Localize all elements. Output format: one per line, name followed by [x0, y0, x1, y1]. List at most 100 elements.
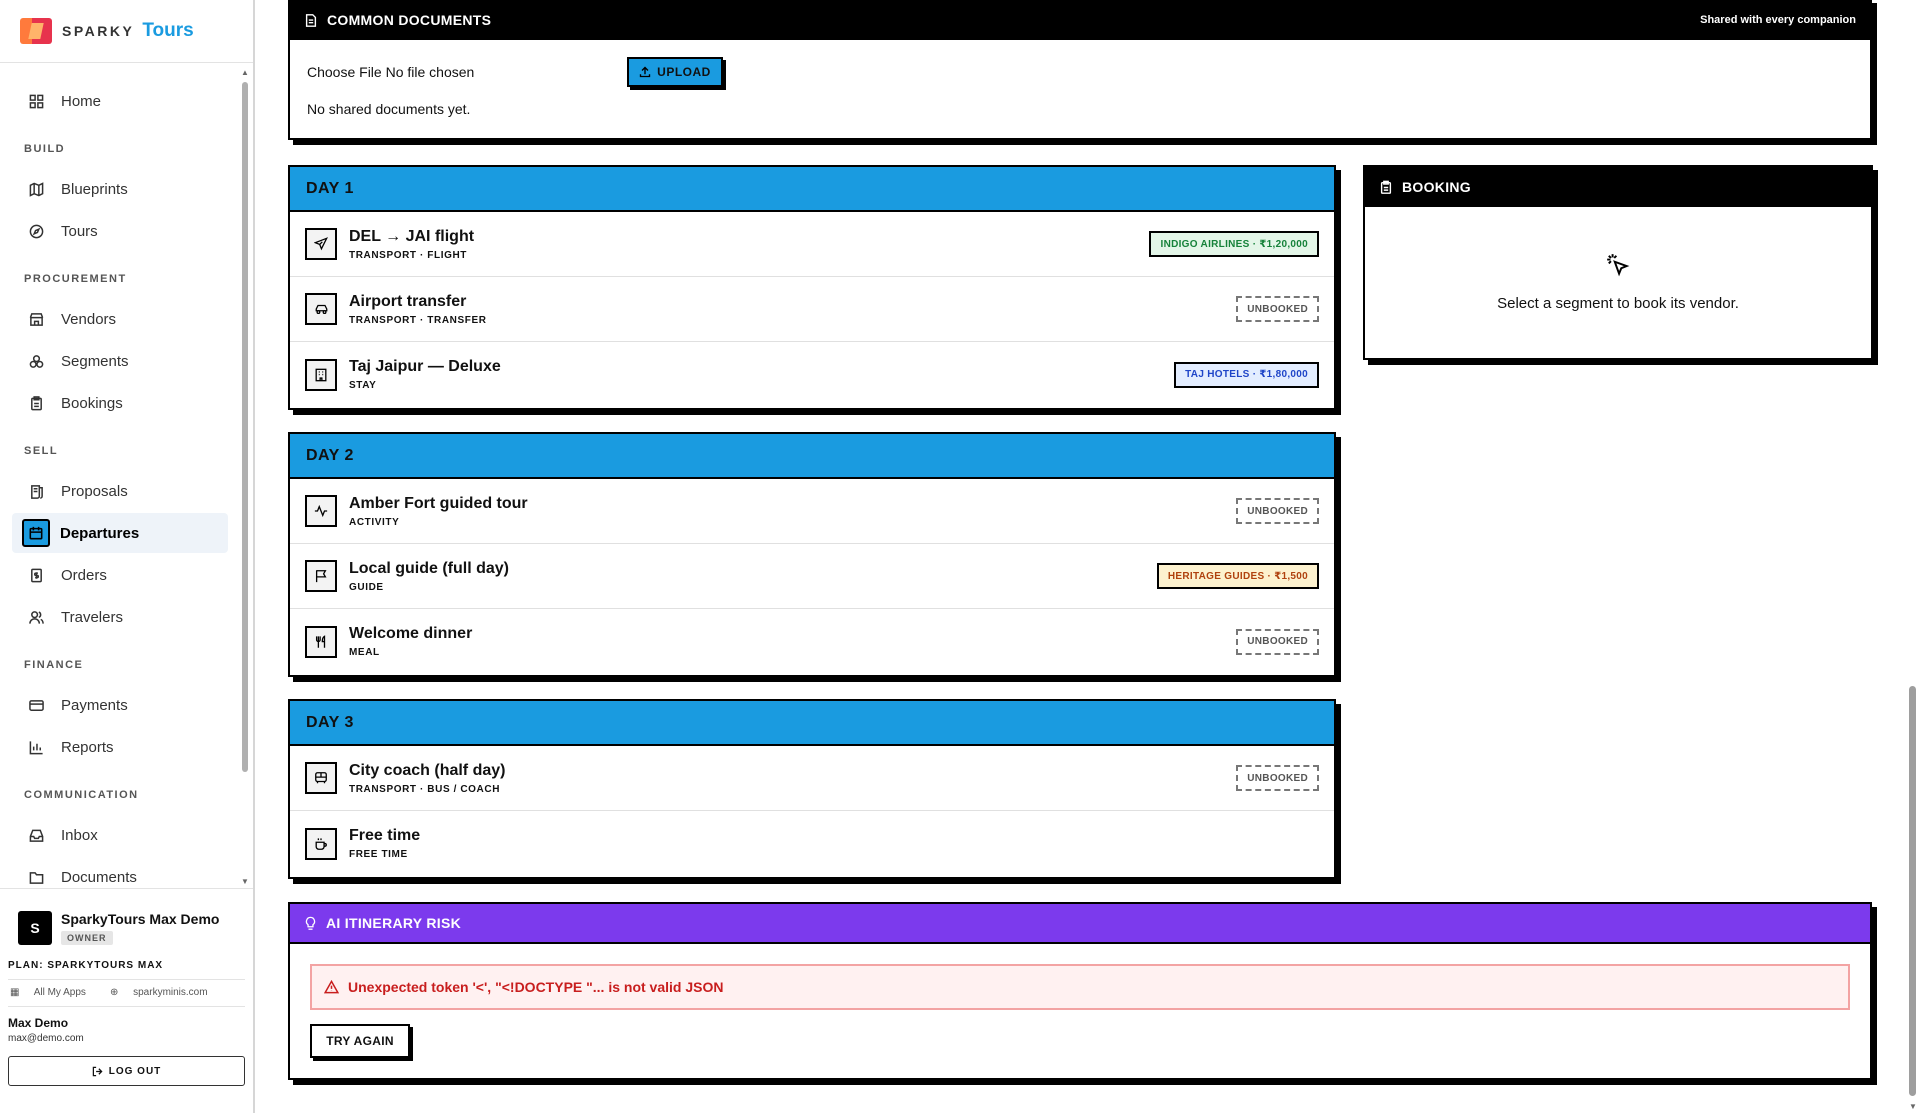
- sidebar: SPARKY Tours Home BUILD Blueprints Tours…: [0, 0, 255, 1113]
- all-apps-link[interactable]: ▦ All My Apps: [10, 987, 98, 998]
- bus-icon: [305, 762, 337, 794]
- site-link[interactable]: ⊕ sparkyminis.com: [110, 987, 220, 998]
- day-header: DAY 3: [290, 701, 1334, 746]
- segment-row[interactable]: Local guide (full day) GUIDE HERITAGE GU…: [290, 544, 1334, 609]
- sidebar-footer: S SparkyTours Max Demo OWNER PLAN: SPARK…: [0, 888, 253, 1086]
- ai-risk-panel: AI ITINERARY RISK Unexpected token '<', …: [288, 902, 1872, 1080]
- clipboard-icon: [27, 394, 45, 412]
- grid-icon: [27, 92, 45, 110]
- upload-icon: [639, 66, 651, 78]
- segment-row[interactable]: Airport transfer TRANSPORT · TRANSFER UN…: [290, 277, 1334, 342]
- sidebar-scrollbar[interactable]: ▲ ▼: [240, 68, 250, 886]
- scroll-up-icon[interactable]: ▲: [241, 68, 249, 77]
- shared-note: Shared with every companion: [1700, 14, 1856, 26]
- logout-icon: [92, 1066, 103, 1077]
- main-scroll-thumb[interactable]: [1909, 686, 1916, 1096]
- segment-type: TRANSPORT · TRANSFER: [349, 314, 487, 326]
- sidebar-item-travelers[interactable]: Travelers: [12, 597, 228, 637]
- sidebar-item-bookings[interactable]: Bookings: [12, 383, 228, 423]
- segment-type: TRANSPORT · BUS / COACH: [349, 783, 501, 795]
- sidebar-item-label: Reports: [61, 738, 114, 756]
- vendor-badge: HERITAGE GUIDES · ₹1,500: [1156, 563, 1319, 589]
- segment-type: STAY: [349, 380, 377, 391]
- scroll-down-icon[interactable]: ▼: [1909, 1102, 1917, 1111]
- sidebar-item-blueprints[interactable]: Blueprints: [12, 169, 228, 209]
- sidebar-item-tours[interactable]: Tours: [12, 211, 228, 251]
- nav-group-sell: SELL: [24, 445, 59, 457]
- upload-row: Choose File No file chosen UPLOAD: [290, 57, 1870, 87]
- sidebar-scroll-thumb[interactable]: [242, 82, 248, 772]
- segment-row[interactable]: Free time FREE TIME: [290, 811, 1334, 876]
- upload-label: UPLOAD: [657, 65, 711, 79]
- brand-name: SPARKY: [62, 23, 135, 39]
- booking-title: BOOKING: [1402, 179, 1471, 195]
- brand[interactable]: SPARKY Tours: [0, 0, 253, 63]
- sidebar-item-vendors[interactable]: Vendors: [12, 299, 228, 339]
- booking-header: BOOKING: [1365, 167, 1871, 207]
- sidebar-item-proposals[interactable]: Proposals: [12, 471, 228, 511]
- credit-card-icon: [27, 696, 45, 714]
- sidebar-nav: Home BUILD Blueprints Tours PROCUREMENT …: [0, 68, 240, 886]
- segment-title: Taj Jaipur — Deluxe: [349, 358, 501, 375]
- all-apps-label: All My Apps: [33, 987, 86, 998]
- documents-empty-state: No shared documents yet.: [307, 101, 471, 117]
- segments-icon: [27, 352, 45, 370]
- main-scrollbar[interactable]: ▼: [1906, 0, 1920, 1113]
- coffee-icon: [305, 827, 337, 860]
- nav-group-procurement: PROCUREMENT: [24, 273, 127, 285]
- file-input[interactable]: Choose File No file chosen: [307, 64, 627, 80]
- unbooked-badge: UNBOOKED: [1236, 628, 1319, 655]
- sidebar-item-inbox[interactable]: Inbox: [12, 815, 228, 855]
- upload-button[interactable]: UPLOAD: [627, 57, 723, 87]
- sidebar-item-label: Home: [61, 92, 102, 110]
- segment-row[interactable]: Welcome dinner MEAL UNBOOKED: [290, 609, 1334, 674]
- error-message: Unexpected token '<', "<!DOCTYPE "... is…: [348, 979, 724, 995]
- segment-type: TRANSPORT · FLIGHT: [349, 249, 468, 261]
- warning-icon: [324, 980, 339, 994]
- org-switcher[interactable]: S SparkyTours Max Demo OWNER: [18, 911, 245, 946]
- ai-risk-title: AI ITINERARY RISK: [326, 915, 462, 931]
- sidebar-item-label: Blueprints: [61, 180, 128, 198]
- segment-type: MEAL: [349, 647, 380, 658]
- day-card-1: DAY 1 DEL → JAI flight TRANSPORT · FLIGH…: [288, 165, 1336, 410]
- hotel-icon: [305, 358, 337, 391]
- unbooked-badge: UNBOOKED: [1236, 765, 1319, 791]
- logout-button[interactable]: LOG OUT: [8, 1056, 245, 1086]
- grid-icon: ▦: [10, 987, 20, 998]
- sidebar-item-payments[interactable]: Payments: [12, 685, 228, 725]
- sidebar-item-departures[interactable]: Departures: [12, 513, 228, 553]
- try-again-button[interactable]: TRY AGAIN: [310, 1024, 410, 1058]
- day-header: DAY 1: [290, 167, 1334, 212]
- segment-title: DEL → JAI flight: [349, 227, 475, 245]
- sidebar-item-label: Vendors: [61, 310, 117, 328]
- receipt-icon: [27, 566, 45, 584]
- sidebar-item-home[interactable]: Home: [12, 81, 228, 121]
- sidebar-item-label: Inbox: [61, 826, 98, 844]
- sidebar-item-segments[interactable]: Segments: [12, 341, 228, 381]
- sidebar-item-orders[interactable]: Orders: [12, 555, 228, 595]
- role-badge: OWNER: [61, 931, 113, 945]
- sidebar-item-documents[interactable]: Documents: [12, 857, 228, 886]
- activity-icon: [305, 495, 337, 527]
- scroll-down-icon[interactable]: ▼: [241, 877, 249, 886]
- nav-group-communication: COMMUNICATION: [24, 789, 139, 801]
- sidebar-item-label: Proposals: [61, 482, 128, 500]
- car-icon: [305, 293, 337, 325]
- segment-row[interactable]: Taj Jaipur — Deluxe STAY TAJ HOTELS · ₹1…: [290, 342, 1334, 407]
- segment-row[interactable]: Amber Fort guided tour ACTIVITY UNBOOKED: [290, 479, 1334, 544]
- nav-group-finance: FINANCE: [24, 659, 84, 671]
- segment-row[interactable]: DEL → JAI flight TRANSPORT · FLIGHT INDI…: [290, 212, 1334, 277]
- brand-product: Tours: [142, 20, 194, 41]
- sidebar-item-label: Tours: [61, 222, 98, 240]
- sidebar-item-label: Documents: [61, 868, 137, 886]
- org-name: SparkyTours Max Demo: [61, 911, 220, 927]
- segment-row[interactable]: City coach (half day) TRANSPORT · BUS / …: [290, 746, 1334, 811]
- document-icon: [304, 13, 318, 28]
- flag-icon: [305, 560, 337, 592]
- users-icon: [27, 608, 45, 626]
- globe-icon: ⊕: [109, 987, 119, 998]
- compass-icon: [27, 222, 45, 240]
- sidebar-item-reports[interactable]: Reports: [12, 727, 228, 767]
- plan-label: PLAN: SPARKYTOURS MAX: [8, 960, 245, 980]
- sidebar-item-label: Travelers: [61, 608, 123, 626]
